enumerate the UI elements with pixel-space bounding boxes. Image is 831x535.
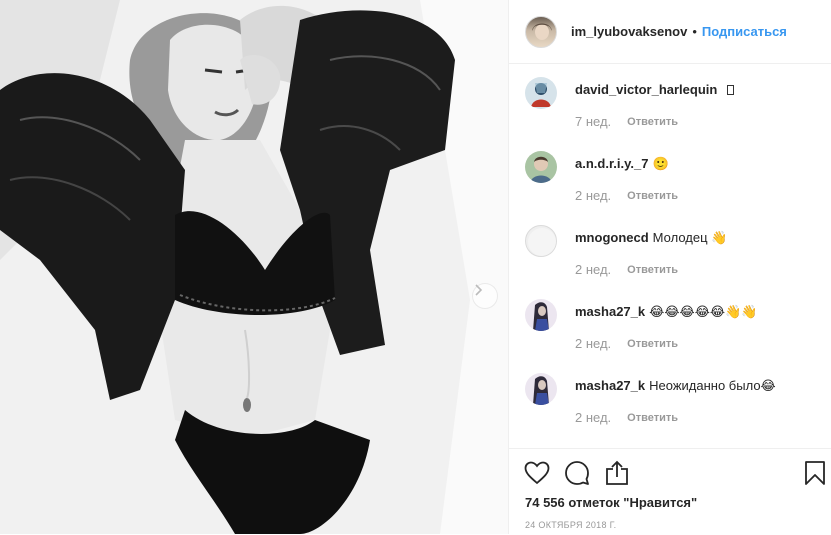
- author-avatar[interactable]: [525, 15, 557, 48]
- comment-time[interactable]: 2 нед.: [575, 188, 611, 203]
- share-icon: [606, 460, 628, 485]
- comments-list[interactable]: david_victor_harlequin 7 нед. Ответить a…: [509, 64, 831, 448]
- reply-button[interactable]: Ответить: [627, 116, 678, 128]
- action-bar: [523, 459, 829, 487]
- reply-button[interactable]: Ответить: [627, 412, 678, 424]
- avatar-image-icon: [530, 156, 552, 183]
- comment-meta: 2 нед. Ответить: [575, 262, 678, 277]
- comment-body: Неожиданно было😂: [649, 378, 776, 393]
- comment-text-line: david_victor_harlequin: [575, 82, 734, 97]
- comment-button[interactable]: [563, 459, 591, 487]
- comment-username[interactable]: masha27_k: [575, 304, 645, 319]
- commenter-avatar[interactable]: [525, 151, 557, 183]
- commenter-avatar[interactable]: [525, 373, 557, 405]
- comment-time[interactable]: 2 нед.: [575, 410, 611, 425]
- comment-username[interactable]: masha27_k: [575, 378, 645, 393]
- reply-button[interactable]: Ответить: [627, 264, 678, 276]
- comment-time[interactable]: 7 нед.: [575, 114, 611, 129]
- emoji-placeholder-icon: [726, 85, 734, 95]
- commenter-avatar[interactable]: [525, 225, 557, 257]
- post-side-panel: im_lyubovaksenov • Подписаться david_vic…: [508, 0, 831, 534]
- comment-meta: 2 нед. Ответить: [575, 410, 678, 425]
- post-photo[interactable]: [0, 0, 508, 534]
- comment-item: a.n.d.r.i.y._7 🙂 2 нед. Ответить: [525, 138, 821, 212]
- default-avatar-icon: [528, 228, 556, 256]
- comment-meta: 7 нед. Ответить: [575, 114, 678, 129]
- avatar-image-icon: [533, 302, 549, 331]
- heart-icon: [524, 461, 550, 485]
- follow-button[interactable]: Подписаться: [702, 24, 787, 39]
- comment-body: Молодец 👋: [652, 230, 728, 245]
- comment-item: david_victor_harlequin 7 нед. Ответить: [525, 64, 821, 138]
- comment-item: mnogonecd Молодец 👋 2 нед. Ответить: [525, 212, 821, 286]
- header-separator: •: [692, 24, 697, 39]
- comment-username[interactable]: mnogonecd: [575, 230, 649, 245]
- comment-username[interactable]: a.n.d.r.i.y._7: [575, 156, 648, 171]
- comment-text-line: mnogonecd Молодец 👋: [575, 230, 727, 246]
- like-button[interactable]: [523, 459, 551, 487]
- post-header: im_lyubovaksenov • Подписаться: [509, 0, 831, 64]
- likes-count[interactable]: 74 556 отметок "Нравится": [525, 495, 697, 510]
- save-button[interactable]: [801, 459, 829, 487]
- comment-item: masha27_k 😂😂😂😂😂👋👋 2 нед. Ответить: [525, 286, 821, 360]
- share-button[interactable]: [603, 459, 631, 487]
- comment-body: [721, 82, 725, 97]
- comment-text-line: a.n.d.r.i.y._7 🙂: [575, 156, 669, 172]
- post-date[interactable]: 24 ОКТЯБРЯ 2018 Г.: [525, 520, 616, 530]
- comment-text-line: masha27_k Неожиданно было😂: [575, 378, 776, 394]
- comment-meta: 2 нед. Ответить: [575, 336, 678, 351]
- commenter-avatar[interactable]: [525, 77, 557, 109]
- comment-text-line: masha27_k 😂😂😂😂😂👋👋: [575, 304, 757, 320]
- avatar-image-icon: [531, 83, 551, 107]
- comment-time[interactable]: 2 нед.: [575, 336, 611, 351]
- comment-time[interactable]: 2 нед.: [575, 262, 611, 277]
- bookmark-icon: [805, 461, 825, 485]
- avatar-face-icon: [532, 23, 552, 40]
- chevron-right-icon: [475, 284, 483, 296]
- comment-item: masha27_k Неожиданно было😂 2 нед. Ответит…: [525, 360, 821, 434]
- photo-illustration: [0, 0, 508, 534]
- author-username[interactable]: im_lyubovaksenov: [571, 24, 687, 39]
- comment-body: 🙂: [652, 156, 669, 171]
- next-photo-button[interactable]: [472, 283, 498, 309]
- reply-button[interactable]: Ответить: [627, 190, 678, 202]
- comment-meta: 2 нед. Ответить: [575, 188, 678, 203]
- post-footer: 74 556 отметок "Нравится" 24 ОКТЯБРЯ 201…: [509, 448, 831, 535]
- reply-button[interactable]: Ответить: [627, 338, 678, 350]
- comment-icon: [565, 461, 589, 485]
- commenter-avatar[interactable]: [525, 299, 557, 331]
- comment-username[interactable]: david_victor_harlequin: [575, 82, 717, 97]
- comment-body: 😂😂😂😂😂👋👋: [649, 304, 758, 319]
- avatar-image-icon: [533, 376, 549, 405]
